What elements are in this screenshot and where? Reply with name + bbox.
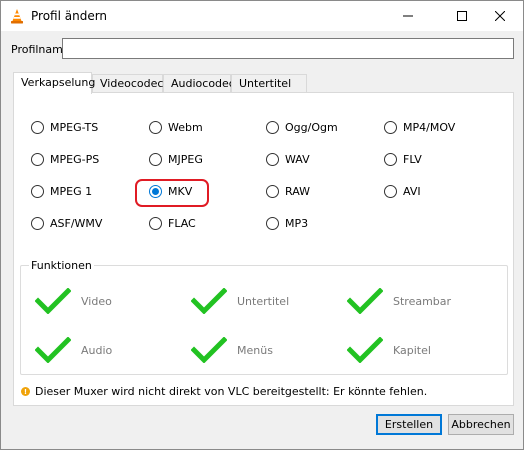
option-asf-wmv[interactable]: ASF/WMV — [31, 217, 102, 230]
feature-chapters: Kapitel — [347, 337, 431, 363]
maximize-icon — [457, 11, 467, 21]
option-label: MP3 — [285, 217, 309, 230]
feature-label: Streambar — [393, 294, 452, 308]
window-title: Profil ändern — [31, 9, 108, 23]
title-bar: Profil ändern — [1, 1, 523, 31]
option-raw[interactable]: RAW — [266, 185, 310, 198]
option-label: WAV — [285, 153, 310, 166]
feature-label: Video — [81, 294, 112, 308]
features-legend: Funktionen — [29, 259, 94, 272]
option-label: ASF/WMV — [50, 217, 103, 230]
option-mjpeg[interactable]: MJPEG — [149, 153, 203, 166]
option-mpeg-ps[interactable]: MPEG-PS — [31, 153, 99, 166]
cancel-button[interactable]: Abbrechen — [448, 414, 514, 435]
radio-button[interactable] — [149, 121, 162, 134]
option-label: MPEG-TS — [50, 121, 99, 134]
feature-streamable: Streambar — [347, 288, 451, 314]
checkmark-icon — [347, 337, 383, 363]
radio-button[interactable] — [384, 185, 397, 198]
tab-video-codec[interactable]: Videocodec — [92, 74, 163, 93]
option-ogg-ogm[interactable]: Ogg/Ogm — [266, 121, 338, 134]
option-flv[interactable]: FLV — [384, 153, 422, 166]
profile-name-label: Profilname — [11, 43, 70, 56]
option-label: AVI — [403, 185, 421, 198]
radio-button[interactable] — [266, 185, 279, 198]
option-label: RAW — [285, 185, 310, 198]
feature-label: Audio — [81, 343, 113, 357]
minimize-button[interactable] — [385, 1, 431, 31]
warning-text: Dieser Muxer wird nicht direkt von VLC b… — [35, 385, 428, 398]
option-label: MPEG-PS — [50, 153, 100, 166]
tab-label: Videocodec — [100, 77, 164, 90]
option-flac[interactable]: FLAC — [149, 217, 196, 230]
checkmark-icon — [347, 288, 383, 314]
checkmark-icon — [35, 337, 71, 363]
close-icon — [495, 11, 505, 21]
option-avi[interactable]: AVI — [384, 185, 421, 198]
radio-button[interactable] — [384, 153, 397, 166]
tab-label: Audiocodec — [171, 77, 235, 90]
option-mp4-mov[interactable]: MP4/MOV — [384, 121, 455, 134]
create-button[interactable]: Erstellen — [376, 414, 442, 435]
checkmark-icon — [191, 337, 227, 363]
option-label: MPEG 1 — [50, 185, 93, 198]
encapsulation-panel: MPEG-TS Webm Ogg/Ogm MP4/MOV MPEG-PS MJP… — [13, 92, 514, 406]
option-label: FLAC — [168, 217, 196, 230]
feature-label: Kapitel — [393, 343, 431, 357]
option-wav[interactable]: WAV — [266, 153, 310, 166]
radio-button[interactable] — [149, 153, 162, 166]
close-button[interactable] — [477, 1, 523, 31]
profile-name-input[interactable] — [62, 38, 514, 59]
option-label: Webm — [168, 121, 203, 134]
radio-button[interactable] — [266, 153, 279, 166]
muxer-warning: ! Dieser Muxer wird nicht direkt von VLC… — [21, 385, 427, 398]
option-mpeg-1[interactable]: MPEG 1 — [31, 185, 92, 198]
tab-encapsulation[interactable]: Verkapselung — [13, 72, 96, 94]
radio-button[interactable] — [31, 217, 44, 230]
tab-label: Untertitel — [239, 77, 292, 90]
checkmark-icon — [35, 288, 71, 314]
feature-menus: Menüs — [191, 337, 273, 363]
radio-button[interactable] — [31, 185, 44, 198]
radio-button[interactable] — [31, 153, 44, 166]
option-webm[interactable]: Webm — [149, 121, 203, 134]
option-mp3[interactable]: MP3 — [266, 217, 308, 230]
radio-button[interactable] — [266, 217, 279, 230]
profile-dialog: Profil ändern Profilname Verkapselung Vi… — [0, 0, 524, 450]
tab-subtitles[interactable]: Untertitel — [231, 74, 307, 93]
feature-subtitles: Untertitel — [191, 288, 289, 314]
tab-audio-codec[interactable]: Audiocodec — [163, 74, 235, 93]
vlc-cone-icon — [11, 9, 23, 24]
option-label: FLV — [403, 153, 422, 166]
selection-highlight — [135, 179, 209, 207]
feature-video: Video — [35, 288, 112, 314]
feature-audio: Audio — [35, 337, 112, 363]
tab-label: Verkapselung — [21, 76, 96, 89]
checkmark-icon — [191, 288, 227, 314]
option-label: MJPEG — [168, 153, 203, 166]
radio-button[interactable] — [31, 121, 44, 134]
feature-label: Menüs — [237, 343, 273, 357]
option-label: MP4/MOV — [403, 121, 456, 134]
features-group: Funktionen Video Untertitel Streambar Au… — [20, 259, 508, 375]
feature-label: Untertitel — [237, 294, 290, 308]
minimize-icon — [403, 15, 413, 17]
option-label: Ogg/Ogm — [285, 121, 338, 134]
radio-button[interactable] — [266, 121, 279, 134]
option-mpeg-ts[interactable]: MPEG-TS — [31, 121, 98, 134]
warning-icon: ! — [21, 387, 30, 396]
radio-button[interactable] — [149, 217, 162, 230]
radio-button[interactable] — [384, 121, 397, 134]
